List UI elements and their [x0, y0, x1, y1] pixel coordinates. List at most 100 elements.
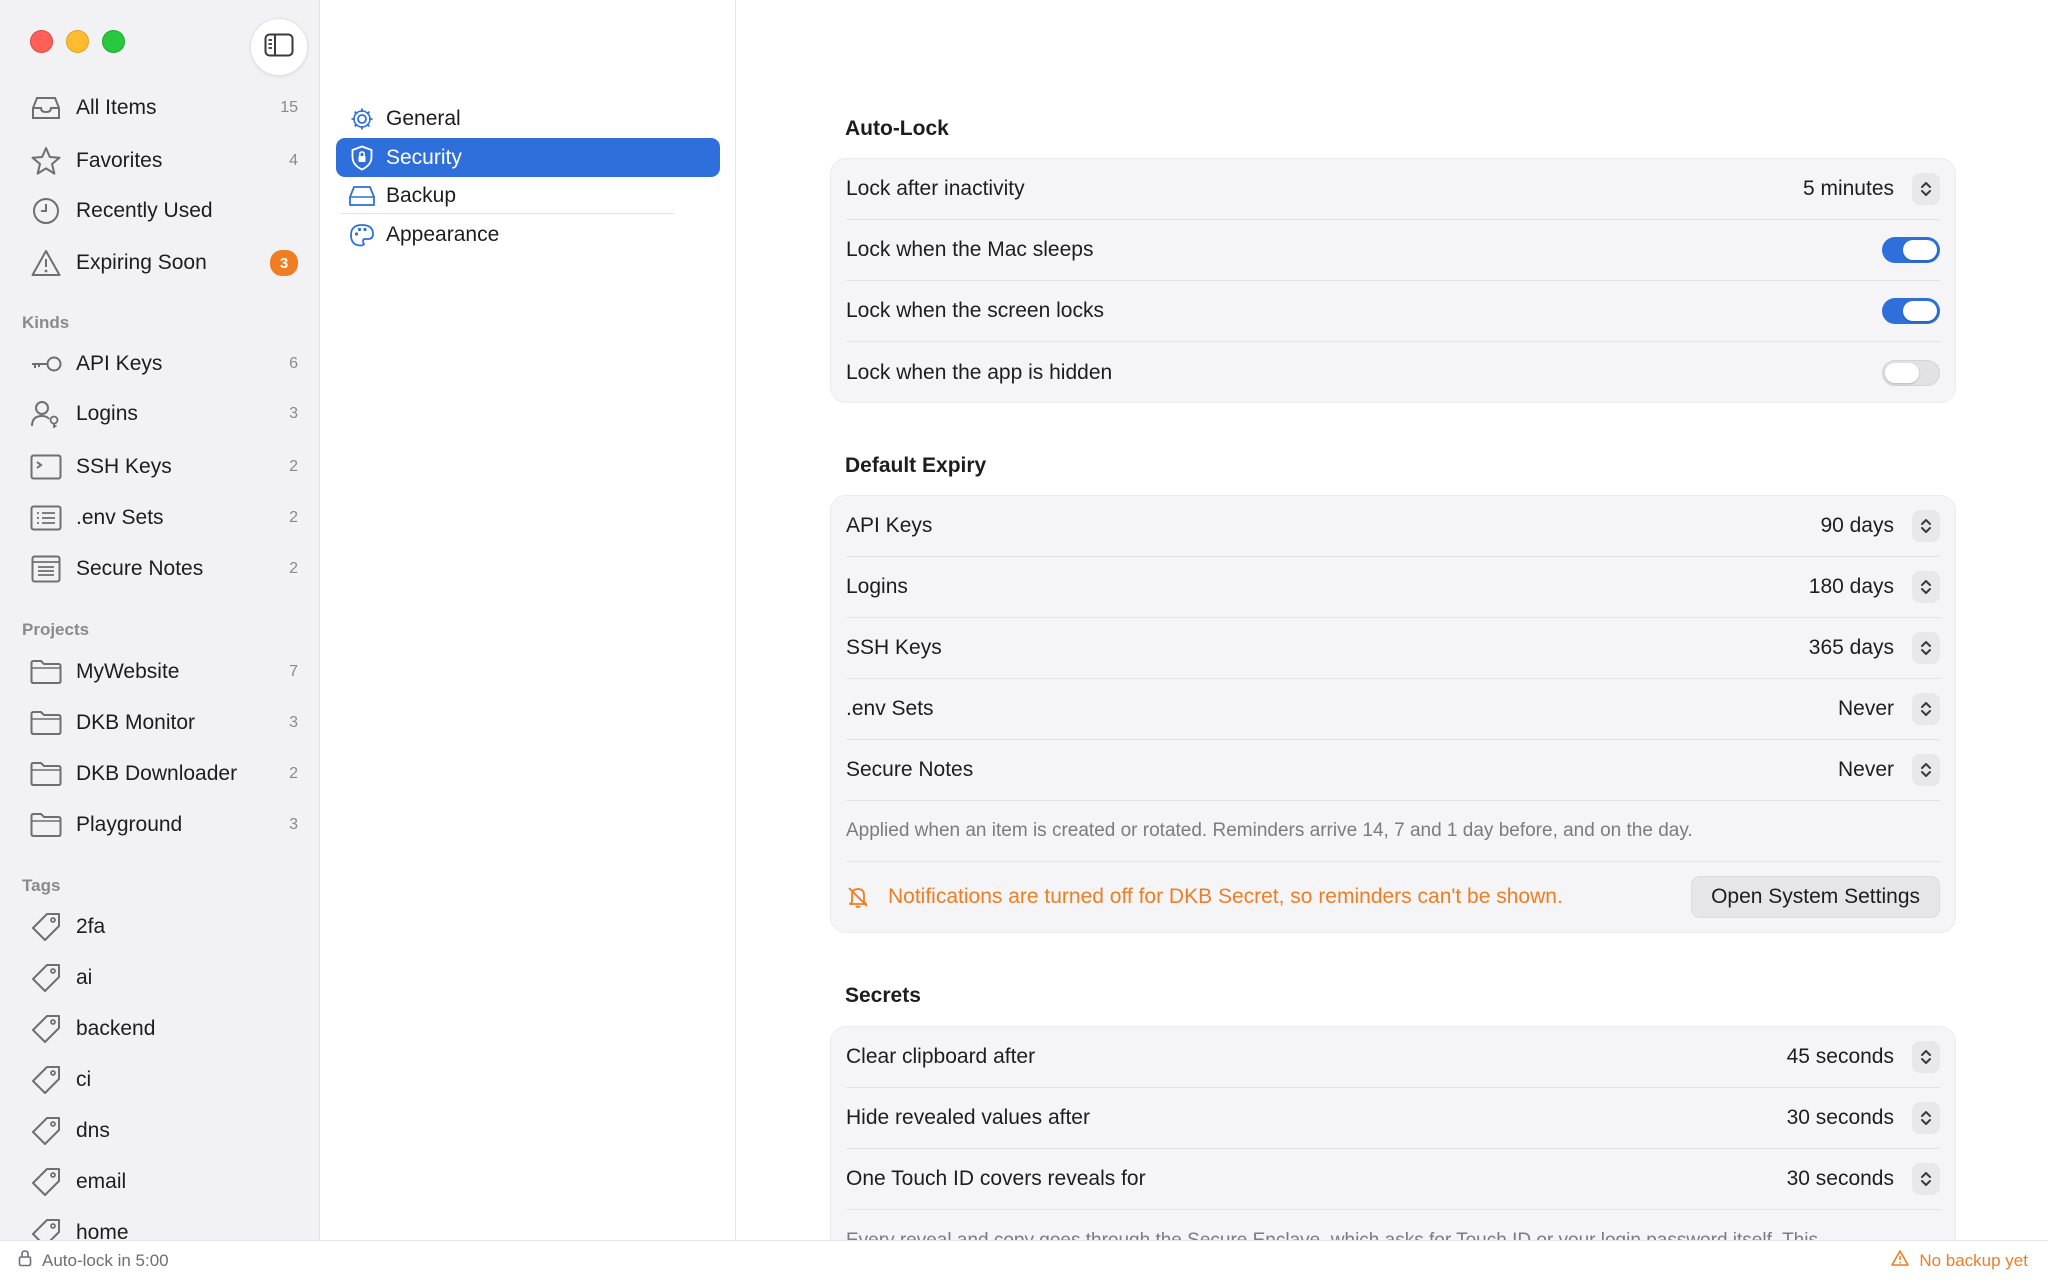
- sidebar-item-project-dkb-monitor[interactable]: DKB Monitor 3: [28, 703, 298, 743]
- expiry-row-logins: Logins 180 days: [846, 557, 1940, 618]
- sidebar-item-tag-ai[interactable]: ai: [28, 958, 298, 998]
- secrets-note-row: Every reveal and copy goes through the S…: [846, 1210, 1940, 1241]
- sidebar-item-expiring-soon[interactable]: Expiring Soon 3: [28, 243, 298, 283]
- expiry-value: Never: [1837, 697, 1894, 720]
- tag-icon: [28, 1062, 64, 1098]
- bell-slash-icon: [846, 885, 888, 909]
- category-label: Backup: [386, 184, 457, 207]
- item-count: 6: [289, 355, 298, 372]
- sidebar-item-label: All Items: [76, 96, 157, 119]
- expiry-stepper-ssh-keys[interactable]: [1912, 632, 1940, 664]
- lock-icon: [18, 1249, 32, 1272]
- sidebar-item-label: Logins: [76, 402, 138, 425]
- sidebar-item-recently-used[interactable]: Recently Used: [28, 191, 298, 231]
- sidebar-item-tag-email[interactable]: email: [28, 1162, 298, 1202]
- lock-mac-sleeps-toggle[interactable]: [1882, 237, 1940, 263]
- zoom-window-button[interactable]: [102, 30, 125, 53]
- sidebar-item-tag-dns[interactable]: dns: [28, 1111, 298, 1151]
- chevron-up-down-icon: [1921, 763, 1931, 777]
- sidebar-item-env-sets[interactable]: .env Sets 2: [28, 498, 298, 538]
- category-separator: [341, 213, 674, 214]
- shield-icon: [348, 144, 376, 172]
- lock-screen-locks-toggle[interactable]: [1882, 298, 1940, 324]
- settings-category-general[interactable]: General: [336, 100, 720, 138]
- palette-icon: [348, 221, 376, 249]
- settings-category-security[interactable]: Security: [336, 138, 720, 177]
- open-system-settings-button[interactable]: Open System Settings: [1691, 876, 1940, 918]
- folder-icon: [28, 705, 64, 741]
- sidebar-item-label: email: [76, 1170, 127, 1193]
- lock-after-inactivity-stepper[interactable]: [1912, 173, 1940, 205]
- sidebar-item-logins[interactable]: Logins 3: [28, 394, 298, 434]
- tag-icon: [28, 1011, 64, 1047]
- note-icon: [28, 551, 64, 587]
- category-label: Security: [386, 145, 462, 169]
- lock-app-hidden-toggle[interactable]: [1882, 359, 1940, 386]
- projects-section-title: Projects: [22, 620, 90, 639]
- backup-status[interactable]: No backup yet: [1891, 1250, 2028, 1271]
- tag-icon: [28, 1215, 64, 1240]
- item-count: 15: [280, 99, 298, 116]
- expiry-row-secure-notes: Secure Notes Never: [846, 740, 1940, 801]
- default-expiry-section-title: Default Expiry: [845, 454, 987, 477]
- key-icon: [28, 346, 64, 382]
- clear-clipboard-row: Clear clipboard after 45 seconds: [846, 1027, 1940, 1088]
- lock-after-inactivity-value: 5 minutes: [1802, 177, 1894, 200]
- tag-icon: [28, 909, 64, 945]
- sidebar-item-tag-ci[interactable]: ci: [28, 1060, 298, 1100]
- close-window-button[interactable]: [30, 30, 53, 53]
- settings-category-backup[interactable]: Backup: [336, 177, 720, 215]
- kinds-section-title: Kinds: [22, 313, 70, 332]
- settings-category-appearance[interactable]: Appearance: [336, 216, 720, 254]
- sidebar-item-ssh-keys[interactable]: SSH Keys 2: [28, 447, 298, 487]
- sidebar-toggle-button[interactable]: [250, 18, 308, 76]
- toggle-knob: [1903, 301, 1937, 321]
- sidebar-item-label: Secure Notes: [76, 557, 204, 580]
- item-count: 2: [289, 765, 298, 782]
- security-settings-pane: Auto-Lock Lock after inactivity 5 minute…: [737, 0, 2048, 1240]
- notifications-warning-text: Notifications are turned off for DKB Sec…: [888, 885, 1563, 908]
- expiry-stepper-api-keys[interactable]: [1912, 510, 1940, 542]
- clear-clipboard-stepper[interactable]: [1912, 1041, 1940, 1073]
- chevron-up-down-icon: [1921, 1050, 1931, 1064]
- row-label: Lock when the app is hidden: [846, 360, 1113, 384]
- sidebar-item-api-keys[interactable]: API Keys 6: [28, 344, 298, 384]
- list-icon: [28, 500, 64, 536]
- sidebar-item-project-playground[interactable]: Playground 3: [28, 805, 298, 845]
- touch-id-covers-row: One Touch ID covers reveals for 30 secon…: [846, 1149, 1940, 1210]
- expiry-stepper-secure-notes[interactable]: [1912, 754, 1940, 786]
- sidebar-item-all-items[interactable]: All Items 15: [28, 88, 298, 128]
- chevron-up-down-icon: [1921, 519, 1931, 533]
- lock-app-hidden-row: Lock when the app is hidden: [846, 342, 1940, 403]
- hide-revealed-value: 30 seconds: [1786, 1106, 1894, 1129]
- sidebar-item-tag-home[interactable]: home: [28, 1213, 298, 1240]
- expiring-count-badge: 3: [270, 250, 298, 276]
- item-count: 7: [289, 663, 298, 680]
- terminal-icon: [28, 449, 64, 485]
- sidebar-item-project-dkb-downloader[interactable]: DKB Downloader 2: [28, 754, 298, 794]
- gear-icon: [348, 105, 376, 133]
- minimize-window-button[interactable]: [66, 30, 89, 53]
- folder-icon: [28, 807, 64, 843]
- chevron-up-down-icon: [1921, 641, 1931, 655]
- sidebar-item-project-mywebsite[interactable]: MyWebsite 7: [28, 652, 298, 692]
- item-count: 4: [289, 152, 298, 169]
- sidebar-item-label: DKB Downloader: [76, 762, 238, 785]
- touch-id-covers-stepper[interactable]: [1912, 1163, 1940, 1195]
- sidebar-item-tag-backend[interactable]: backend: [28, 1009, 298, 1049]
- sidebar: All Items 15 Favorites 4 Recently Used E…: [0, 0, 320, 1240]
- sidebar-item-favorites[interactable]: Favorites 4: [28, 141, 298, 181]
- expiry-stepper-env-sets[interactable]: [1912, 693, 1940, 725]
- sidebar-item-tag-2fa[interactable]: 2fa: [28, 907, 298, 947]
- toggle-knob: [1885, 362, 1919, 383]
- sidebar-item-label: Playground: [76, 813, 183, 836]
- sidebar-item-secure-notes[interactable]: Secure Notes 2: [28, 549, 298, 589]
- expiry-stepper-logins[interactable]: [1912, 571, 1940, 603]
- sidebar-item-label: ci: [76, 1068, 92, 1091]
- hide-revealed-stepper[interactable]: [1912, 1102, 1940, 1134]
- expiry-value: 90 days: [1820, 514, 1894, 537]
- row-label: SSH Keys: [846, 636, 942, 659]
- lock-mac-sleeps-row: Lock when the Mac sleeps: [846, 220, 1940, 281]
- expiry-row-api-keys: API Keys 90 days: [846, 496, 1940, 557]
- item-count: 3: [289, 405, 298, 422]
